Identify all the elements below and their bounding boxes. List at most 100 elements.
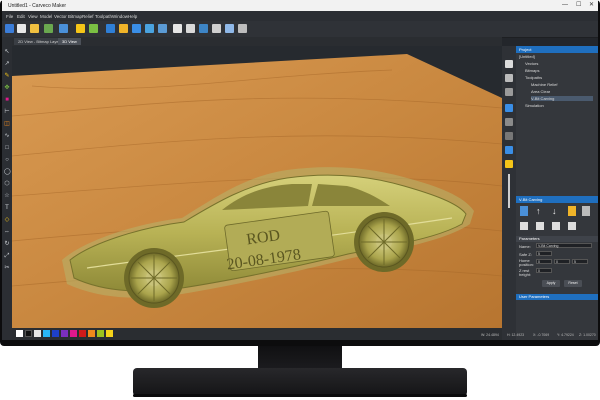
simulate-icon[interactable]	[225, 24, 234, 33]
star-icon[interactable]: ☆	[4, 193, 10, 199]
bitmap-icon[interactable]: ■	[4, 97, 10, 103]
pen-icon[interactable]: ✎	[4, 73, 10, 79]
menu-edit[interactable]: Edit	[17, 14, 25, 19]
wireframe-icon[interactable]	[505, 132, 513, 140]
menu-bitmap[interactable]: Bitmap	[68, 14, 82, 19]
view-cube-icon[interactable]	[505, 60, 513, 68]
delete-icon[interactable]	[582, 206, 590, 216]
toolpath-icon[interactable]	[199, 24, 208, 33]
parameters-header: Parameters	[516, 236, 598, 242]
relief-view-icon[interactable]	[505, 104, 513, 112]
layer-icon[interactable]	[145, 24, 154, 33]
user-parameters-header[interactable]: User Parameters	[516, 294, 598, 300]
minimize-button[interactable]: —	[562, 2, 568, 8]
measure-icon[interactable]: ⊢	[4, 109, 10, 115]
tab-3d-view[interactable]: 3D View	[58, 38, 81, 45]
tree-item-root[interactable]: [Untitled]	[519, 54, 535, 59]
3d-viewport[interactable]: ROD 20-08-1978	[12, 46, 502, 328]
apply-button[interactable]: Apply	[542, 280, 560, 287]
move-icon[interactable]: ✥	[4, 85, 10, 91]
ellipse-icon[interactable]: ◯	[4, 169, 11, 175]
extrude-icon[interactable]	[158, 24, 167, 33]
menu-view[interactable]: View	[28, 14, 38, 19]
shape-editor-icon[interactable]	[119, 24, 128, 33]
text-icon[interactable]: T	[4, 205, 10, 211]
vector-edit-icon[interactable]	[89, 24, 98, 33]
node-select-icon[interactable]: ↗	[4, 61, 10, 67]
home-y-field[interactable]: 0	[554, 259, 570, 264]
undo-icon[interactable]	[17, 24, 26, 33]
cut-icon[interactable]	[212, 24, 221, 33]
tree-item-area-clear[interactable]: Area Clear	[531, 89, 550, 94]
merge-icon[interactable]	[132, 24, 141, 33]
swatch-yellow[interactable]	[106, 330, 113, 337]
swatch-cyan[interactable]	[43, 330, 50, 337]
scale-icon[interactable]: ⤢	[4, 253, 10, 259]
tab-2d-view[interactable]: 2D View - Bitmap Layer	[14, 38, 64, 45]
material-icon[interactable]	[505, 160, 513, 168]
tree-item-simulation[interactable]: Simulation	[525, 103, 544, 108]
save-icon[interactable]	[5, 24, 14, 33]
rectangle-icon[interactable]: □	[4, 145, 10, 151]
menu-vector[interactable]: Vector	[54, 14, 67, 19]
node-edit-icon[interactable]	[76, 24, 85, 33]
transform-icon[interactable]: ◫	[4, 121, 10, 127]
align-icon[interactable]	[186, 24, 195, 33]
tool-holder-icon[interactable]	[568, 206, 576, 216]
down-arrow-icon[interactable]: ↓	[552, 206, 557, 216]
preview-icon[interactable]	[552, 222, 560, 230]
mirror-icon[interactable]: ⇔	[4, 229, 10, 235]
z-slider[interactable]	[508, 174, 510, 208]
home-x-field[interactable]: 0	[536, 259, 552, 264]
swatch-white[interactable]	[16, 330, 23, 337]
rotate-icon[interactable]: ↻	[4, 241, 10, 247]
save-tool-icon[interactable]	[520, 206, 528, 216]
menu-relief[interactable]: Relief	[82, 14, 94, 19]
text-tool-icon[interactable]	[173, 24, 182, 33]
menu-window[interactable]: Window	[112, 14, 128, 19]
tool-icon[interactable]	[536, 222, 544, 230]
trim-icon[interactable]: ✂	[4, 265, 10, 271]
up-arrow-icon[interactable]: ↑	[536, 206, 541, 216]
offset-icon[interactable]: ◇	[4, 217, 10, 223]
calculator-icon[interactable]	[520, 222, 528, 230]
close-button[interactable]: ✕	[589, 2, 594, 8]
export-toolpath-icon[interactable]	[568, 222, 576, 230]
tree-item-bitmaps[interactable]: Bitmaps	[525, 68, 539, 73]
relief-tool-icon[interactable]	[106, 24, 115, 33]
open-folder-icon[interactable]	[30, 24, 39, 33]
tree-item-machine-relief[interactable]: Machine Relief	[531, 82, 557, 87]
home-z-field[interactable]: 5	[572, 259, 588, 264]
arrow-icon[interactable]	[238, 24, 247, 33]
export-icon[interactable]	[59, 24, 68, 33]
menu-model[interactable]: Model	[40, 14, 52, 19]
swatch-red[interactable]	[79, 330, 86, 337]
name-field[interactable]: V-Bit Carving	[536, 243, 592, 248]
safe-z-field[interactable]: 5	[536, 251, 552, 256]
swatch-black[interactable]	[25, 330, 32, 337]
shading-icon[interactable]	[505, 118, 513, 126]
swatch-orange[interactable]	[88, 330, 95, 337]
menu-file[interactable]: File	[6, 14, 13, 19]
select-arrow-icon[interactable]: ↖	[4, 49, 10, 55]
import-icon[interactable]	[44, 24, 53, 33]
reset-button[interactable]: Reset	[564, 280, 582, 287]
polygon-icon[interactable]: ⬡	[4, 181, 10, 187]
polyline-icon[interactable]: ∿	[4, 133, 10, 139]
tree-item-vectors[interactable]: Vectors	[525, 61, 538, 66]
tree-item-vbit-carving[interactable]: V-Bit Carving	[531, 96, 593, 101]
zoom-icon[interactable]	[505, 74, 513, 82]
layer-view-icon[interactable]	[505, 146, 513, 154]
swatch-magenta[interactable]	[70, 330, 77, 337]
menu-toolpath[interactable]: Toolpath	[95, 14, 112, 19]
swatch-grey[interactable]	[34, 330, 41, 337]
swatch-green[interactable]	[97, 330, 104, 337]
rest-height-field[interactable]: 0	[536, 268, 552, 273]
maximize-button[interactable]: ☐	[576, 2, 581, 8]
swatch-blue[interactable]	[52, 330, 59, 337]
swatch-purple[interactable]	[61, 330, 68, 337]
circle-icon[interactable]: ○	[4, 157, 10, 163]
tree-item-toolpaths[interactable]: Toolpaths	[525, 75, 542, 80]
pan-icon[interactable]	[505, 88, 513, 96]
menu-help[interactable]: Help	[128, 14, 137, 19]
